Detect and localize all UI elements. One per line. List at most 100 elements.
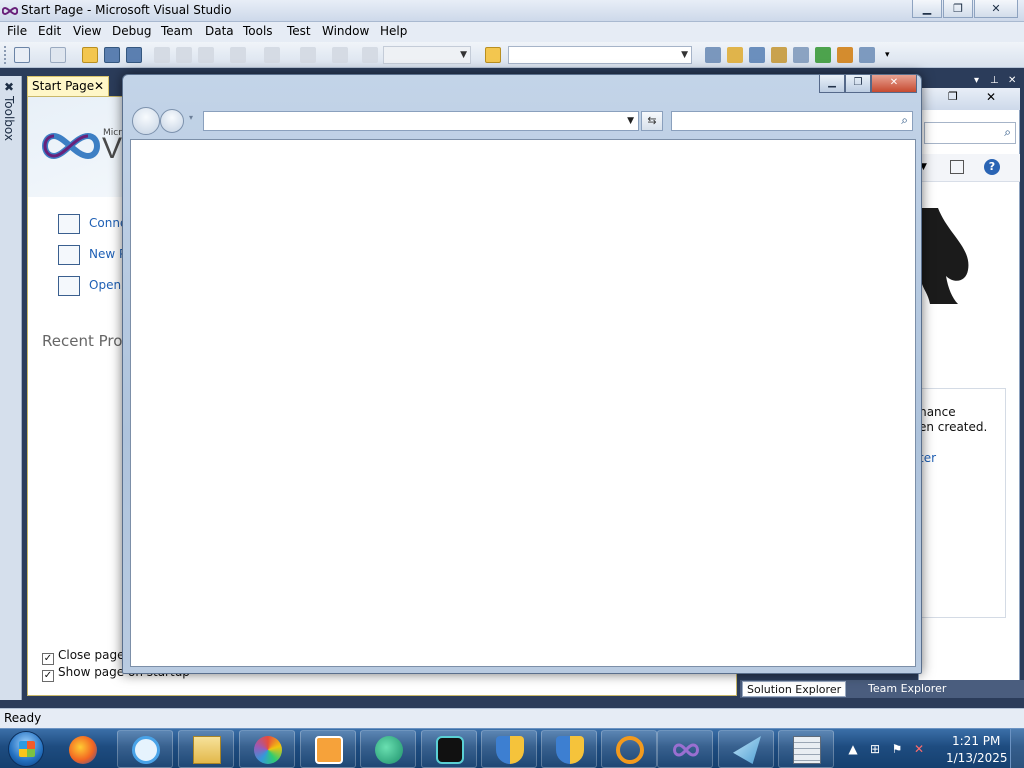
- link-new-project[interactable]: New P: [89, 247, 126, 261]
- link-open-project[interactable]: Open: [89, 278, 121, 292]
- copy-icon[interactable]: [176, 47, 192, 63]
- view-toggle-icon[interactable]: [950, 160, 964, 174]
- tab-team-explorer[interactable]: Team Explorer: [864, 681, 950, 697]
- taskbar-media-player[interactable]: [300, 730, 356, 768]
- paper-plane-icon: [733, 736, 761, 764]
- show-desktop-button[interactable]: [1010, 729, 1024, 768]
- back-button[interactable]: [132, 107, 160, 135]
- navigate-forward-icon[interactable]: [332, 47, 348, 63]
- object-browser-icon[interactable]: [749, 47, 765, 63]
- taskbar-search-tool[interactable]: [601, 730, 657, 768]
- menu-tools[interactable]: Tools: [243, 24, 273, 38]
- menu-help[interactable]: Help: [380, 24, 407, 38]
- taskbar-security-shield-2[interactable]: [541, 730, 597, 768]
- properties-icon[interactable]: [727, 47, 743, 63]
- save-all-icon[interactable]: [126, 47, 142, 63]
- address-bar[interactable]: ▼: [203, 111, 639, 131]
- status-bar: Ready: [0, 708, 1024, 728]
- start-button[interactable]: [8, 731, 44, 767]
- undo-icon[interactable]: [230, 47, 246, 63]
- ie-page-content[interactable]: [130, 139, 916, 667]
- open-folder-icon[interactable]: [82, 47, 98, 63]
- search-box[interactable]: ⌕: [671, 111, 913, 131]
- taskbar-nox-player[interactable]: [421, 730, 477, 768]
- taskbar-internet-explorer[interactable]: [117, 730, 173, 768]
- redo-icon[interactable]: [264, 47, 280, 63]
- toolbox-strip[interactable]: ✖: [0, 76, 22, 700]
- tab-start-page[interactable]: Start Page ✕: [27, 76, 109, 96]
- clock-date[interactable]: 1/13/2025: [946, 751, 1008, 765]
- ie-close-button[interactable]: ✕: [871, 75, 917, 93]
- vs-infinity-icon: [2, 6, 18, 16]
- show-page-checkbox[interactable]: ✓: [42, 670, 54, 682]
- action-center-flag-icon[interactable]: ⚑: [890, 742, 904, 756]
- taskbar-firefox[interactable]: [54, 730, 110, 768]
- ie-maximize-button[interactable]: ❐: [845, 75, 871, 93]
- tools-icon[interactable]: [793, 47, 809, 63]
- menu-debug[interactable]: Debug: [112, 24, 151, 38]
- toolbar-grip[interactable]: [4, 46, 7, 64]
- taskbar-visual-studio[interactable]: [657, 730, 713, 768]
- volume-muted-icon[interactable]: ✕: [912, 742, 926, 756]
- panel-window-close-icon[interactable]: ✕: [986, 90, 996, 104]
- navigate-backward-icon[interactable]: [300, 47, 316, 63]
- cut-icon[interactable]: [154, 47, 170, 63]
- menu-team[interactable]: Team: [161, 24, 193, 38]
- solution-config-combo[interactable]: ▼: [383, 46, 471, 64]
- save-icon[interactable]: [104, 47, 120, 63]
- taskbar-chat-app[interactable]: [360, 730, 416, 768]
- forward-button[interactable]: [160, 109, 184, 133]
- toolbar-options-icon[interactable]: ▾: [885, 47, 897, 63]
- panel-dropdown-icon[interactable]: ▾: [974, 75, 979, 86]
- clock-time[interactable]: 1:21 PM: [952, 734, 1000, 748]
- start-page-icon[interactable]: [815, 47, 831, 63]
- tab-solution-explorer[interactable]: Solution Explorer: [742, 681, 847, 697]
- extension-manager-icon[interactable]: [837, 47, 853, 63]
- command-window-icon[interactable]: [859, 47, 875, 63]
- panel-close-icon[interactable]: ✕: [1008, 75, 1016, 86]
- address-dropdown-icon[interactable]: ▼: [627, 112, 634, 130]
- menu-window[interactable]: Window: [322, 24, 369, 38]
- ie-minimize-button[interactable]: ▁: [819, 75, 845, 93]
- tab-close-icon[interactable]: ✕: [94, 79, 104, 93]
- solution-explorer-icon[interactable]: [705, 47, 721, 63]
- paste-icon[interactable]: [198, 47, 214, 63]
- nox-player-icon: [436, 736, 464, 764]
- taskbar-mail-app[interactable]: [718, 730, 774, 768]
- connect-tfs-icon[interactable]: [58, 214, 80, 234]
- find-in-files-icon[interactable]: [485, 47, 501, 63]
- search-icon[interactable]: ⌕: [1004, 125, 1011, 140]
- help-icon[interactable]: ?: [984, 159, 1000, 175]
- new-project-link-icon[interactable]: [58, 245, 80, 265]
- menu-edit[interactable]: Edit: [38, 24, 61, 38]
- find-combo[interactable]: ▼: [508, 46, 692, 64]
- maximize-button[interactable]: ❐: [943, 0, 973, 18]
- taskbar-paint[interactable]: [239, 730, 295, 768]
- add-item-icon[interactable]: [50, 47, 66, 63]
- toolbox-pin-icon[interactable]: ✖: [4, 80, 18, 94]
- panel-pin-icon[interactable]: ⊥: [990, 75, 999, 86]
- taskbar-calculator[interactable]: [778, 730, 834, 768]
- network-icon[interactable]: ⊞: [868, 742, 882, 756]
- refresh-button[interactable]: ⇆: [641, 111, 663, 131]
- tray-expand-icon[interactable]: ▲: [846, 742, 860, 756]
- close-page-checkbox[interactable]: ✓: [42, 653, 54, 665]
- internet-explorer-icon: [132, 736, 160, 764]
- taskbar-file-explorer[interactable]: [178, 730, 234, 768]
- start-debugging-icon[interactable]: [362, 47, 378, 63]
- toolbox-label[interactable]: Toolbox: [2, 96, 16, 141]
- open-project-link-icon[interactable]: [58, 276, 80, 296]
- toolbox-icon[interactable]: [771, 47, 787, 63]
- panel-window-restore-icon[interactable]: ❐: [948, 90, 958, 103]
- minimize-button[interactable]: ▁: [912, 0, 942, 18]
- menu-file[interactable]: File: [7, 24, 27, 38]
- recent-pages-chevron-icon[interactable]: ▾: [189, 113, 193, 122]
- search-icon[interactable]: ⌕: [901, 113, 908, 128]
- menu-view[interactable]: View: [73, 24, 101, 38]
- taskbar-security-shield[interactable]: [481, 730, 537, 768]
- menu-data[interactable]: Data: [205, 24, 234, 38]
- right-panel-search[interactable]: ⌕: [924, 122, 1016, 144]
- menu-test[interactable]: Test: [287, 24, 311, 38]
- new-project-icon[interactable]: [14, 47, 30, 63]
- close-button[interactable]: ✕: [974, 0, 1018, 18]
